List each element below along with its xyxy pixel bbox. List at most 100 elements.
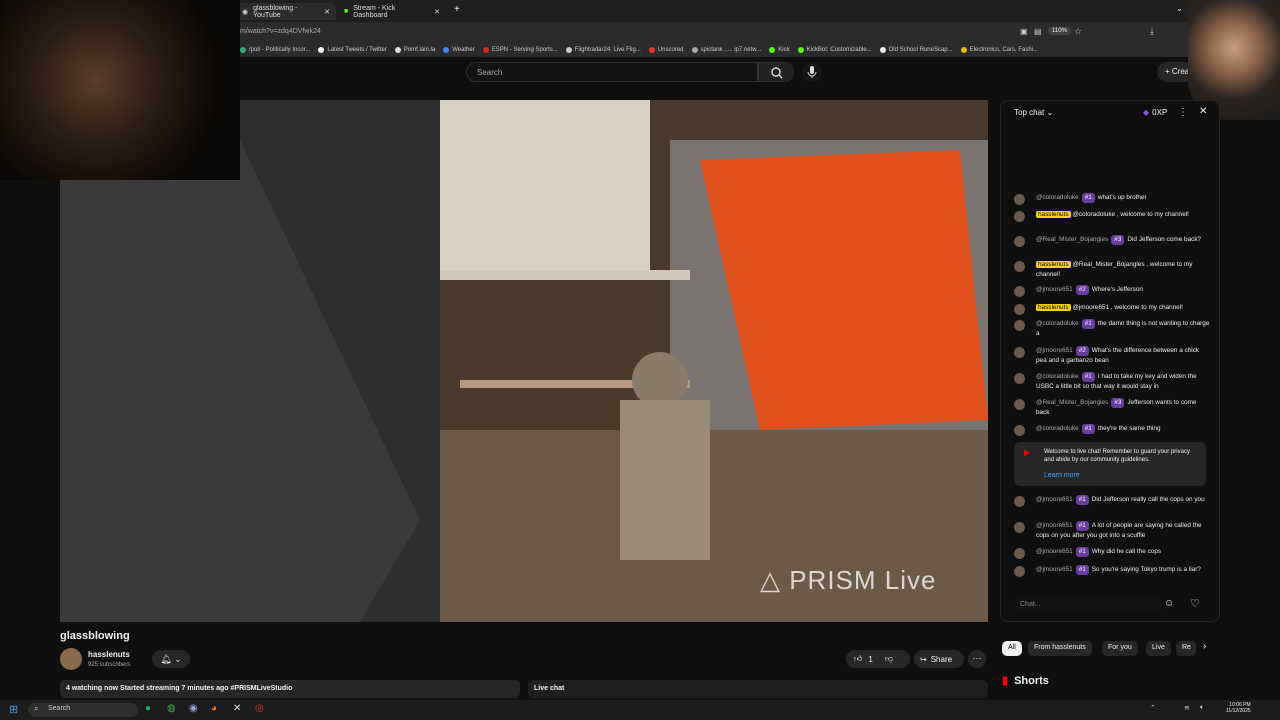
chip-from-channel[interactable]: From hasslenuts bbox=[1028, 641, 1092, 656]
bookmark-item[interactable]: KickBot: Customizable... bbox=[797, 46, 872, 53]
volume-icon[interactable]: 🔈︎ bbox=[1200, 704, 1204, 712]
chat-author[interactable]: @coloradoluke bbox=[1036, 320, 1079, 327]
chat-author[interactable]: @jmoore651 bbox=[1036, 522, 1073, 529]
close-tab-icon[interactable]: ✕ bbox=[434, 8, 440, 16]
tab-list-icon[interactable]: ⌄ bbox=[1176, 4, 1183, 13]
prism-live-watermark: △ PRISM Live bbox=[760, 565, 937, 595]
chat-message: @jmoore651 #1 Why did he call the cops bbox=[1014, 547, 1210, 559]
bookmark-item[interactable]: Unscored bbox=[648, 46, 684, 53]
search-button[interactable] bbox=[758, 62, 794, 82]
share-button[interactable]: ↪ Share bbox=[914, 650, 964, 668]
bookmark-item[interactable]: Old School RuneScap... bbox=[879, 46, 953, 53]
chip-for-you[interactable]: For you bbox=[1102, 641, 1138, 656]
webcam-overlay-left bbox=[0, 0, 240, 180]
search-input[interactable]: Search bbox=[466, 62, 758, 82]
firefox-icon[interactable]: ◕ bbox=[211, 703, 217, 714]
bookmark-item[interactable]: Electronics, Cars, Fashi... bbox=[960, 46, 1038, 53]
chat-avatar[interactable] bbox=[1014, 211, 1025, 222]
chat-author[interactable]: @Real_Mister_Bojangles bbox=[1036, 236, 1108, 243]
chat-author[interactable]: @jmoore651 bbox=[1036, 548, 1073, 555]
chat-author[interactable]: @coloradoluke bbox=[1036, 194, 1079, 201]
spotify-icon[interactable]: ● bbox=[145, 703, 151, 714]
bookmark-item[interactable]: /pol/ - Politically Incor... bbox=[240, 46, 310, 53]
windows-start-icon[interactable]: ⊞ bbox=[9, 703, 18, 716]
heart-icon[interactable]: ♡ bbox=[1190, 597, 1200, 610]
taskbar-search[interactable]: Search bbox=[28, 703, 138, 717]
obs-icon[interactable]: ◎ bbox=[255, 703, 264, 714]
close-chat-icon[interactable]: ✕ bbox=[1199, 106, 1207, 117]
more-actions-button[interactable]: ⋯ bbox=[968, 650, 986, 668]
chat-menu-icon[interactable]: ⋮ bbox=[1178, 107, 1188, 118]
chat-avatar[interactable] bbox=[1014, 522, 1025, 533]
page-action-icon[interactable]: ▣ bbox=[1020, 27, 1028, 36]
channel-avatar[interactable] bbox=[60, 648, 82, 670]
new-tab-button[interactable]: + bbox=[454, 4, 460, 15]
chat-author[interactable]: @jmoore651 bbox=[1036, 566, 1073, 573]
capcut-icon[interactable]: ✕ bbox=[233, 703, 241, 714]
xp-badge[interactable]: ◆ 0XP bbox=[1143, 108, 1167, 117]
chat-input[interactable]: Chat... bbox=[1014, 597, 1162, 613]
chat-avatar[interactable] bbox=[1014, 347, 1025, 358]
chat-author[interactable]: @coloradoluke bbox=[1036, 425, 1079, 432]
chat-avatar[interactable] bbox=[1014, 496, 1025, 507]
zoom-badge[interactable]: 110% bbox=[1048, 27, 1071, 35]
emoji-icon[interactable]: ☺ bbox=[1164, 598, 1174, 609]
chat-author[interactable]: hasslenuts bbox=[1036, 304, 1071, 311]
bookmark-item[interactable]: Latest Tweets / Twitter bbox=[318, 46, 387, 53]
notification-bell-button[interactable]: 🔔︎ ⌄ bbox=[152, 650, 190, 668]
bookmark-item[interactable]: Kick bbox=[769, 46, 790, 53]
bookmark-item[interactable]: spictank ..... ip7.netw... bbox=[691, 46, 761, 53]
chat-author[interactable]: hasslenuts bbox=[1036, 211, 1071, 218]
bookmark-star-icon[interactable]: ☆ bbox=[1074, 26, 1082, 37]
bookmark-item[interactable]: Flightradar24: Live Flig... bbox=[565, 46, 641, 53]
like-dislike-group: 👍︎ 1 👎︎ bbox=[846, 650, 910, 668]
chat-author[interactable]: @jmoore651 bbox=[1036, 286, 1073, 293]
voice-search-button[interactable] bbox=[802, 62, 822, 82]
bookmark-item[interactable]: ESPN - Serving Sports... bbox=[482, 46, 558, 53]
chat-author[interactable]: hasslenuts bbox=[1036, 261, 1071, 268]
chip-related[interactable]: Re bbox=[1176, 641, 1196, 656]
chip-live[interactable]: Live bbox=[1146, 641, 1171, 656]
tab-youtube[interactable]: ◉ glassblowing - YouTube ✕ bbox=[236, 3, 336, 20]
reader-icon[interactable]: ▤ bbox=[1034, 27, 1042, 36]
chat-avatar[interactable] bbox=[1014, 286, 1025, 297]
bookmark-item[interactable]: Weather bbox=[443, 46, 475, 53]
chat-message-body: @coloradoluke #1 I had to take my key and … bbox=[1036, 372, 1210, 391]
tab-kick[interactable]: ■ Stream - Kick Dashboard ✕ bbox=[338, 3, 446, 20]
chat-avatar[interactable] bbox=[1014, 236, 1025, 247]
chat-avatar[interactable] bbox=[1014, 548, 1025, 559]
steam-icon[interactable]: ◉ bbox=[189, 703, 198, 714]
chat-author[interactable]: @jmoore651 bbox=[1036, 496, 1073, 503]
wifi-icon[interactable]: ≋ bbox=[1184, 704, 1190, 712]
top-chat-dropdown[interactable]: Top chat ⌄ bbox=[1014, 108, 1053, 117]
chevron-right-icon[interactable]: › bbox=[1203, 641, 1206, 652]
chat-avatar[interactable] bbox=[1014, 194, 1025, 205]
tab-label: Stream - Kick Dashboard bbox=[353, 4, 396, 19]
chat-author[interactable]: @jmoore651 bbox=[1036, 347, 1073, 354]
close-tab-icon[interactable]: ✕ bbox=[324, 8, 330, 16]
chat-avatar[interactable] bbox=[1014, 304, 1025, 315]
tray-expand-icon[interactable]: ⌃ bbox=[1150, 704, 1156, 712]
chat-message-body: hasslenuts @coloradoluke , welcome to my… bbox=[1036, 210, 1210, 220]
chrome-icon[interactable]: ◍ bbox=[167, 703, 176, 714]
chat-author[interactable]: @coloradoluke bbox=[1036, 373, 1079, 380]
chip-all[interactable]: All bbox=[1002, 641, 1022, 656]
chat-avatar[interactable] bbox=[1014, 373, 1025, 384]
chat-avatar[interactable] bbox=[1014, 261, 1025, 272]
chevron-down-icon: ⌄ bbox=[1044, 108, 1054, 117]
chat-message-body: @coloradoluke #1 the damn thing is not wan… bbox=[1036, 319, 1210, 338]
channel-name[interactable]: hasslenuts bbox=[88, 650, 130, 659]
learn-more-link[interactable]: Learn more bbox=[1044, 472, 1080, 479]
chat-avatar[interactable] bbox=[1014, 399, 1025, 410]
download-icon[interactable]: ⤓ bbox=[1150, 26, 1154, 37]
description-box[interactable]: 4 watching now Started streaming 7 minut… bbox=[60, 680, 520, 698]
chat-author[interactable]: @Real_Mister_Bojangles bbox=[1036, 399, 1108, 406]
chat-avatar[interactable] bbox=[1014, 425, 1025, 436]
taskbar-clock[interactable]: 10:06 PM 11/12/2025 bbox=[1226, 702, 1251, 714]
chat-avatar[interactable] bbox=[1014, 320, 1025, 331]
bookmark-item[interactable]: Pomf.lain.la bbox=[394, 46, 435, 53]
chat-avatar[interactable] bbox=[1014, 566, 1025, 577]
live-chat-toggle[interactable]: Live chat bbox=[528, 680, 988, 698]
dislike-icon[interactable]: 👎︎ bbox=[885, 654, 893, 664]
like-icon[interactable]: 👍︎ bbox=[854, 654, 862, 664]
